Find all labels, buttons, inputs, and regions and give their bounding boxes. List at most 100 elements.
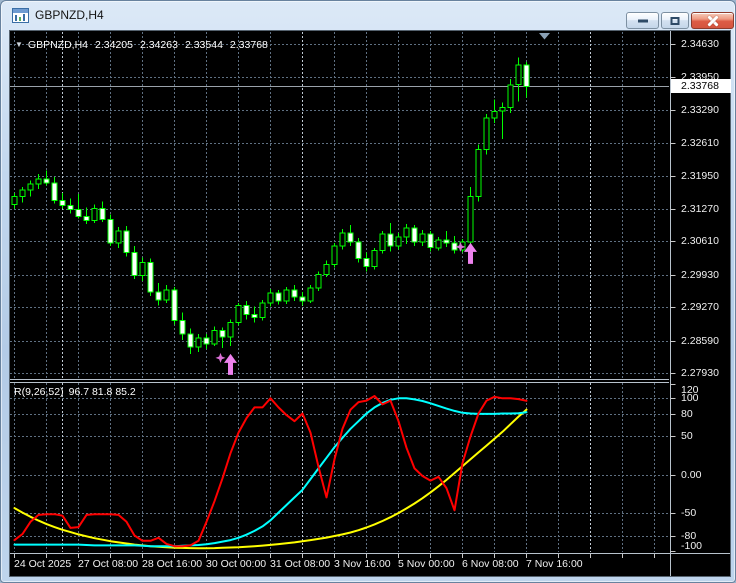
candle-body <box>443 239 450 244</box>
buy-arrow-icon <box>464 242 477 264</box>
candle-body <box>99 208 106 220</box>
chart-client: ▼ GBPNZD,H4 2.34205 2.34263 2.33544 2.33768 R… <box>9 30 731 577</box>
titlebar[interactable]: GBPNZD,H4 <box>1 1 735 30</box>
restore-icon <box>670 16 680 25</box>
candle-body <box>11 196 18 206</box>
candle-body <box>483 117 490 150</box>
candle-body <box>291 289 298 298</box>
candle-body <box>67 205 74 211</box>
chevron-down-icon[interactable]: ▼ <box>15 40 23 49</box>
price-axis-label: 2.33290 <box>681 104 719 116</box>
window-title: GBPNZD,H4 <box>35 8 104 22</box>
candle-body <box>211 329 218 345</box>
axis-ticks <box>14 44 676 558</box>
candle-body <box>523 64 530 87</box>
candle-body <box>275 292 282 302</box>
candle-body <box>507 84 514 108</box>
indicator-values: 96.7 81.8 85.2 <box>68 386 136 398</box>
candle-body <box>499 106 506 112</box>
candle-body <box>179 320 186 335</box>
indicator-axis-label: 50 <box>681 430 693 442</box>
buy-arrow-icon <box>224 353 237 375</box>
time-axis-label: 7 Nov 16:00 <box>526 558 583 570</box>
time-axis-label: 31 Oct 08:00 <box>270 558 331 570</box>
indicator-axis-label: 100 <box>681 392 699 404</box>
header-close: 2.33768 <box>229 39 268 51</box>
candle-body <box>219 329 226 338</box>
candle-body <box>283 289 290 302</box>
candle-body <box>323 264 330 275</box>
indicator-label: R(9,26,52) 96.7 81.8 85.2 <box>14 386 141 398</box>
candle-body <box>435 239 442 249</box>
grid <box>10 32 669 552</box>
candle-body <box>59 200 66 207</box>
candle-body <box>35 178 42 185</box>
candle-body <box>91 208 98 221</box>
candle-body <box>19 189 26 198</box>
candle-body <box>51 182 58 202</box>
candle-body <box>403 227 410 238</box>
time-axis-label: 5 Nov 00:00 <box>398 558 455 570</box>
candle-body <box>251 314 258 319</box>
price-axis-label: 2.29270 <box>681 301 719 313</box>
close-icon <box>692 13 733 28</box>
candle-body <box>243 305 250 316</box>
candle-body <box>203 337 210 345</box>
indicator-axis-label: 0.00 <box>681 469 702 481</box>
candle-body <box>315 273 322 289</box>
price-axis-label: 2.30610 <box>681 235 719 247</box>
price-axis-label: 2.29930 <box>681 269 719 281</box>
chart-shift-marker-icon <box>539 33 550 40</box>
candle-body <box>451 242 458 251</box>
restore-button[interactable] <box>661 12 689 29</box>
price-axis-label: 2.32610 <box>681 137 719 149</box>
candle-body <box>475 149 482 198</box>
price-axis-label: 2.27930 <box>681 367 719 379</box>
star-icon <box>215 352 226 363</box>
candle-body <box>299 296 306 302</box>
current-price-label: 2.33768 <box>671 79 731 93</box>
candle-body <box>331 245 338 266</box>
candle-body <box>427 233 434 249</box>
header-high: 2.34263 <box>139 39 178 51</box>
chart-canvas[interactable] <box>9 30 731 577</box>
candle-body <box>83 215 90 221</box>
close-button[interactable] <box>691 12 734 29</box>
candle-body <box>227 321 234 338</box>
candle-body <box>115 230 122 244</box>
time-axis-label: 28 Oct 16:00 <box>142 558 203 570</box>
candle-body <box>171 289 178 321</box>
candle-body <box>363 258 370 268</box>
price-axis-label: 2.34630 <box>681 38 719 50</box>
candle-body <box>411 227 418 243</box>
candle-body <box>107 218 114 244</box>
candle-body <box>467 196 474 243</box>
candle-body <box>379 233 386 252</box>
candle-body <box>515 64 522 86</box>
candle-body <box>339 232 346 247</box>
time-axis-label: 30 Oct 00:00 <box>206 558 267 570</box>
candle-body <box>347 232 354 243</box>
candle-body <box>267 292 274 304</box>
price-axis-label: 2.31270 <box>681 203 719 215</box>
minimize-button[interactable] <box>626 12 659 29</box>
candle-body <box>139 262 146 276</box>
candle-body <box>131 252 138 276</box>
indicator-axis-label: 80 <box>681 408 693 420</box>
header-symbol: GBPNZD,H4 <box>27 39 89 51</box>
time-axis-label: 24 Oct 2025 <box>14 558 72 570</box>
chart-window-icon <box>12 8 29 23</box>
candle-body <box>187 333 194 348</box>
candle-body <box>259 302 266 318</box>
time-axis-label: 3 Nov 16:00 <box>334 558 391 570</box>
price-axis-label: 2.31950 <box>681 170 719 182</box>
candle-body <box>419 233 426 243</box>
time-axis-label: 27 Oct 08:00 <box>78 558 139 570</box>
candle-body <box>235 305 242 323</box>
candle-body <box>307 287 314 302</box>
candle-body <box>155 291 162 301</box>
candle-body <box>163 289 170 301</box>
indicator-axis-label: -100 <box>681 540 703 552</box>
candle-body <box>123 230 130 254</box>
candle-body <box>371 250 378 267</box>
